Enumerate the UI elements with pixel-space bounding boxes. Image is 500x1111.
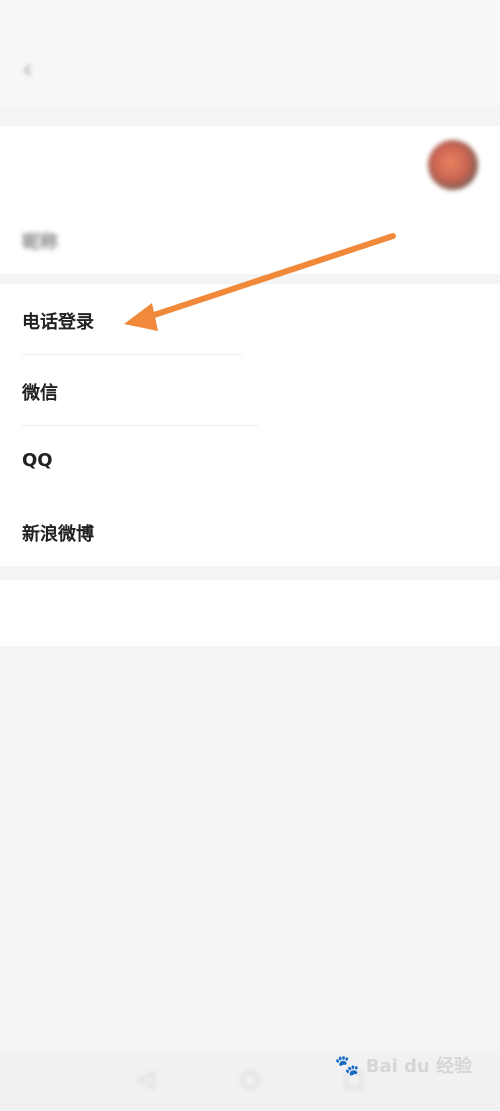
home-icon[interactable]: ○ <box>238 1068 262 1092</box>
logout-button[interactable] <box>0 580 500 646</box>
profile-section: 昵称 <box>0 126 500 274</box>
paw-icon: 🐾 <box>334 1053 360 1077</box>
avatar-row[interactable] <box>0 126 500 206</box>
account-label: 微信 <box>22 383 58 404</box>
status-bar <box>0 0 500 36</box>
back-icon[interactable]: ◁ <box>134 1068 158 1092</box>
back-icon[interactable]: ‹ <box>22 54 33 84</box>
watermark-logo: 🐾 Bai du 经验 <box>335 1052 472 1078</box>
nickname-label: 昵称 <box>22 232 58 253</box>
account-label: QQ <box>22 450 53 471</box>
account-binding-section: 电话登录 微信 QQ 新浪微博 <box>0 284 500 566</box>
account-row-qq[interactable]: QQ <box>0 426 500 496</box>
nickname-row[interactable]: 昵称 <box>0 206 500 274</box>
nav-bar: ‹ <box>0 36 500 106</box>
watermark-text: Bai du 经验 <box>365 1056 472 1077</box>
account-row-wechat[interactable]: 微信 <box>0 355 500 425</box>
avatar[interactable] <box>428 140 478 190</box>
account-row-weibo[interactable]: 新浪微博 <box>0 496 500 566</box>
account-label: 新浪微博 <box>22 524 94 545</box>
account-row-phone[interactable]: 电话登录 <box>0 284 500 354</box>
account-label: 电话登录 <box>22 312 94 333</box>
